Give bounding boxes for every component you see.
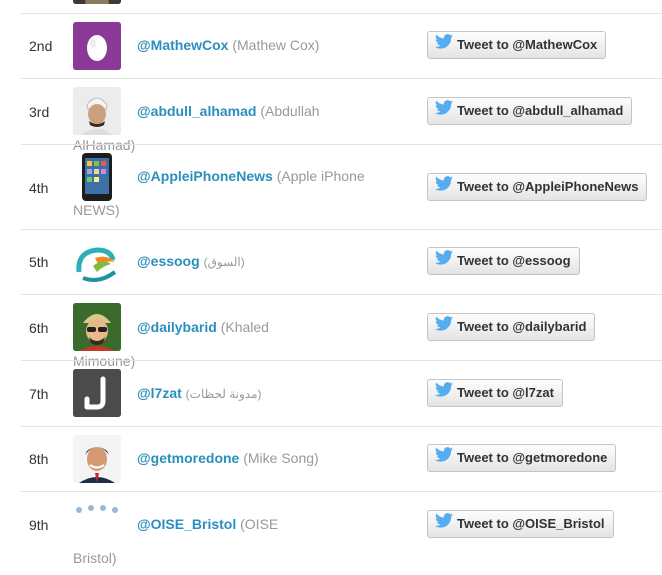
- twitter-bird-icon: [435, 314, 453, 340]
- handle-link[interactable]: @OISE_Bristol: [137, 516, 236, 532]
- account-name: @essoog (السوق): [73, 244, 323, 279]
- leaderboard-row: 7th @l7zat (مدونة لحظات) Tweet to @l7zat: [21, 360, 662, 426]
- rank-label: 7th: [29, 386, 49, 402]
- avatar[interactable]: [73, 0, 121, 4]
- tweet-to-button[interactable]: Tweet to @AppleiPhoneNews: [427, 173, 648, 201]
- account-name: @OISE_Bristol (OISE Bristol): [73, 507, 323, 575]
- leaderboard-row: 3rd @abdull_alhamad (Abdullah AlHamad) T…: [21, 78, 662, 153]
- tweet-to-button[interactable]: Tweet to @OISE_Bristol: [427, 510, 614, 538]
- leaderboard-row: 8th @getmoredone (Mike Song) Tweet to @g…: [21, 426, 662, 491]
- tweet-button-label: Tweet to @MathewCox: [457, 37, 598, 52]
- rank-label: 4th: [29, 180, 49, 196]
- handle-link[interactable]: @dailybarid: [137, 319, 217, 335]
- handle-link[interactable]: @getmoredone: [137, 450, 239, 466]
- display-name: (Mathew Cox): [232, 37, 320, 53]
- twitter-bird-icon: [435, 32, 453, 58]
- handle-link[interactable]: @l7zat: [137, 385, 182, 401]
- rank-label: 5th: [29, 254, 49, 270]
- twitter-bird-icon: [435, 511, 453, 537]
- tweet-to-button[interactable]: Tweet to @l7zat: [427, 379, 563, 407]
- tweet-to-button[interactable]: Tweet to @essoog: [427, 247, 580, 275]
- twitter-bird-icon: [435, 98, 453, 124]
- tweet-button-label: Tweet to @OISE_Bristol: [457, 516, 605, 531]
- display-name: (Mike Song): [243, 450, 319, 466]
- rank-label: 2nd: [29, 38, 53, 54]
- twitter-bird-icon: [435, 445, 453, 471]
- rank-label: 8th: [29, 451, 49, 467]
- twitter-bird-icon: [435, 174, 453, 200]
- leaderboard-row: 4th @AppleiPhoneNews (Apple iPhone NEWS)…: [21, 144, 662, 229]
- leaderboard-row: 6th @dailybarid (Khaled Mimoune) Tweet t…: [21, 294, 662, 369]
- handle-link[interactable]: @MathewCox: [137, 37, 228, 53]
- rank-label: 6th: [29, 320, 49, 336]
- handle-link[interactable]: @essoog: [137, 253, 200, 269]
- account-name: @MathewCox (Mathew Cox): [73, 28, 323, 62]
- tweet-to-button[interactable]: Tweet to @abdull_alhamad: [427, 97, 633, 125]
- leaderboard-row: [21, 0, 662, 13]
- leaderboard-row: 5th @essoog (السوق) Tweet to @essoog: [21, 229, 662, 294]
- tweet-to-button[interactable]: Tweet to @getmoredone: [427, 444, 617, 472]
- tweet-button-label: Tweet to @getmoredone: [457, 450, 608, 465]
- twitter-bird-icon: [435, 380, 453, 406]
- leaderboard-row: 2nd @MathewCox (Mathew Cox) Tweet to @Ma…: [21, 13, 662, 78]
- display-name: (السوق): [203, 255, 245, 269]
- tweet-button-label: Tweet to @AppleiPhoneNews: [457, 179, 639, 194]
- handle-link[interactable]: @AppleiPhoneNews: [137, 168, 273, 184]
- tweet-button-label: Tweet to @essoog: [457, 253, 571, 268]
- account-name: @l7zat (مدونة لحظات): [73, 376, 323, 411]
- leaderboard-row: 9th @OISE_Bristol (OISE Bristol) Tweet t…: [21, 491, 662, 566]
- handle-link[interactable]: @abdull_alhamad: [137, 103, 256, 119]
- tweet-to-button[interactable]: Tweet to @dailybarid: [427, 313, 596, 341]
- rank-label: 3rd: [29, 104, 50, 120]
- display-name: (مدونة لحظات): [185, 387, 262, 401]
- tweet-to-button[interactable]: Tweet to @MathewCox: [427, 31, 607, 59]
- tweet-button-label: Tweet to @dailybarid: [457, 319, 587, 334]
- account-name: @AppleiPhoneNews (Apple iPhone NEWS): [73, 159, 373, 227]
- rank-label: 9th: [29, 517, 49, 533]
- twitter-bird-icon: [435, 248, 453, 274]
- tweet-button-label: Tweet to @abdull_alhamad: [457, 103, 624, 118]
- tweet-button-label: Tweet to @l7zat: [457, 385, 554, 400]
- account-name: @getmoredone (Mike Song): [73, 441, 323, 475]
- leaderboard-list: 2nd @MathewCox (Mathew Cox) Tweet to @Ma…: [21, 0, 662, 566]
